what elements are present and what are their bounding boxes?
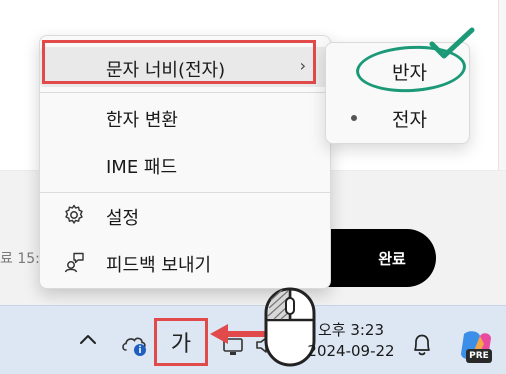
submenu-item-label: 전자 (392, 109, 427, 131)
notification-bell-icon[interactable] (410, 332, 434, 358)
ime-indicator-button[interactable]: 가 (154, 318, 208, 366)
done-button-label: 완료 (378, 249, 406, 268)
feedback-icon (62, 250, 86, 274)
checkmark-icon (429, 27, 475, 59)
annotation-arrow (210, 324, 268, 344)
menu-item-label: 피드백 보내기 (106, 255, 212, 276)
gear-icon (62, 203, 86, 227)
preview-badge: PRE (466, 349, 492, 363)
menu-item-label: 한자 변환 (106, 110, 178, 131)
onedrive-icon[interactable] (120, 330, 154, 358)
menu-item-settings[interactable]: 설정 (40, 195, 330, 235)
selected-bullet-icon (351, 115, 357, 121)
menu-item-hanja-convert[interactable]: 한자 변환 (40, 97, 330, 137)
menu-item-label: 설정 (106, 208, 140, 229)
partial-status-text: 료 15: (0, 251, 40, 267)
taskbar-clock[interactable]: 오후 3:23 2024-09-22 (303, 320, 399, 362)
menu-item-ime-pad[interactable]: IME 패드 (40, 144, 330, 184)
clock-time: 오후 3:23 (317, 321, 385, 339)
app-scrollbar[interactable] (498, 0, 506, 170)
annotation-highlight-box (42, 40, 316, 84)
menu-divider (40, 92, 330, 93)
menu-item-label: IME 패드 (106, 157, 178, 178)
menu-item-send-feedback[interactable]: 피드백 보내기 (40, 242, 330, 282)
submenu-item-full-width[interactable]: 전자 (326, 95, 469, 139)
menu-divider (40, 192, 330, 193)
clock-date: 2024-09-22 (307, 342, 395, 360)
chevron-up-icon[interactable] (76, 328, 100, 352)
